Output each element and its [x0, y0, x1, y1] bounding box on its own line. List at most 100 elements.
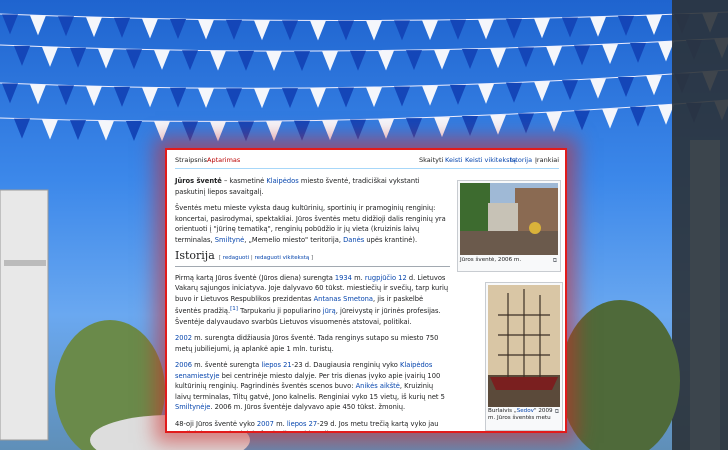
history-paragraph-2: 2002 m. surengta didžiausia Jūros šventė… — [175, 334, 439, 353]
bunting-flag — [350, 119, 366, 140]
tab-talk[interactable]: Aptarimas — [207, 156, 240, 164]
enlarge-icon[interactable]: ⧉ — [553, 257, 557, 265]
bunting-flag — [434, 117, 450, 138]
bunting-flag — [2, 14, 18, 35]
bunting-flag — [238, 50, 254, 71]
bunting-flag — [406, 118, 422, 139]
bunting-flag — [198, 88, 214, 109]
bunting-flag — [322, 120, 338, 141]
tab-edit[interactable]: Keisti — [445, 156, 463, 164]
bunting-flag — [226, 19, 242, 40]
bunting-flag — [434, 49, 450, 70]
edit-section-link[interactable]: redaguoti — [223, 255, 249, 261]
link-2002[interactable]: 2002 — [175, 334, 192, 342]
tab-article[interactable]: Straipsnis — [175, 156, 207, 164]
link-sedov[interactable]: Sedov — [517, 408, 534, 414]
bunting-flag — [450, 84, 466, 105]
bunting-flag — [618, 77, 634, 98]
history-paragraph-3: 2006 m. šventė surengta liepos 21-23 d. … — [175, 361, 445, 412]
bunting-flag — [98, 120, 114, 141]
bunting-flag — [534, 81, 550, 102]
link-2007[interactable]: 2007 — [257, 420, 274, 428]
link-1934[interactable]: 1934 — [335, 274, 352, 282]
wiki-article-panel: Straipsnis Aptarimas Skaityti Keisti Kei… — [165, 148, 567, 433]
bunting-flag — [506, 18, 522, 39]
bunting-flag — [378, 118, 394, 139]
tab-history[interactable]: Istorija — [510, 156, 532, 164]
enlarge-icon[interactable]: ⧉ — [555, 408, 559, 416]
bunting-flag — [170, 87, 186, 108]
bunting-flag — [98, 48, 114, 69]
bunting-flag — [658, 104, 674, 125]
bunting-flag — [42, 46, 58, 67]
link-2006[interactable]: 2006 — [175, 361, 192, 369]
bunting-flag — [254, 20, 270, 41]
bunting-flag — [142, 87, 158, 108]
bunting-flag — [126, 120, 142, 141]
bunting-flag — [602, 44, 618, 65]
link-dane[interactable]: Danės — [343, 236, 364, 244]
bunting-flag — [350, 50, 366, 71]
bunting-flag — [154, 49, 170, 70]
bunting-flag — [450, 19, 466, 40]
history-paragraph-4: 48-oji Jūros šventė vyko 2007 m. liepos … — [175, 419, 439, 431]
link-klaipeda[interactable]: Klaipėdos — [266, 177, 298, 185]
tools-menu[interactable]: Įrankiai — [535, 156, 559, 164]
link-july-21[interactable]: liepos 21 — [261, 361, 291, 369]
bunting-flag — [562, 17, 578, 38]
bunting-flag — [478, 83, 494, 104]
bunting-flag — [114, 17, 130, 38]
bunting-flag — [590, 78, 606, 99]
bunting-flag — [182, 50, 198, 71]
bunting-flag — [310, 20, 326, 41]
bunting-flag — [58, 16, 74, 37]
bunting-flag — [534, 18, 550, 39]
article-subject: Jūros šventė — [175, 177, 222, 185]
bunting-flag — [322, 50, 338, 71]
bunting-flag — [406, 50, 422, 71]
tab-edit-source[interactable]: Keisti vikitekstą — [465, 156, 516, 164]
bunting-flag — [518, 47, 534, 68]
thumbnail-ship[interactable]: Burlaivis „Sedov" 2009 m. Jūros šventės … — [485, 282, 563, 431]
bunting-flag — [14, 45, 30, 66]
tab-read[interactable]: Skaityti — [419, 156, 443, 164]
link-aug-12[interactable]: rugpjūčio 12 — [365, 274, 407, 282]
bunting-flag — [366, 20, 382, 41]
bunting-flag — [170, 19, 186, 40]
bunting-flag — [282, 88, 298, 109]
bunting-flag — [506, 82, 522, 103]
bunting-flag — [630, 42, 646, 63]
bunting-flag — [546, 46, 562, 67]
section-heading-history: Istorija[ redaguoti | redaguoti vikiteks… — [175, 250, 450, 267]
reference-1[interactable]: [1] — [230, 306, 238, 312]
link-july-27[interactable]: liepos 27 — [287, 420, 317, 428]
bunting-flag — [422, 20, 438, 41]
thumbnail-festival[interactable]: Jūros šventė, 2006 m. ⧉ — [457, 180, 561, 272]
bunting-flag — [142, 18, 158, 39]
bunting-flag — [294, 120, 310, 141]
link-sea[interactable]: jūrą — [323, 307, 336, 315]
bunting-flag — [310, 87, 326, 108]
bunting-flag — [14, 118, 30, 139]
intro-paragraph-1: Jūros šventė – kasmetinė Klaipėdos miest… — [175, 177, 420, 196]
ship-photo — [488, 285, 560, 407]
bunting-flag — [394, 86, 410, 107]
edit-source-section-link[interactable]: redaguoti vikitekstą — [254, 255, 309, 261]
thumbnail-caption-ship: Burlaivis „Sedov" 2009 m. Jūros šventės … — [488, 408, 553, 421]
link-smiltyne[interactable]: Smiltynė — [215, 236, 244, 244]
bunting-flag — [238, 121, 254, 142]
bunting-flag — [590, 16, 606, 37]
page-tabs: Straipsnis Aptarimas Skaityti Keisti Kei… — [175, 154, 559, 169]
link-anike-square[interactable]: Anikės aikštė — [356, 382, 400, 390]
bunting-flag — [366, 87, 382, 108]
bunting-flag — [210, 121, 226, 142]
link-smiltyne-2[interactable]: Smiltynėje — [175, 403, 210, 411]
bunting-flag — [42, 119, 58, 140]
bunting-flag — [70, 47, 86, 68]
bunting-flag — [282, 20, 298, 41]
section-edit-links: [ redaguoti | redaguoti vikitekstą ] — [218, 255, 314, 261]
link-antanas-smetona[interactable]: Antanas Smetona — [314, 295, 373, 303]
bunting-flag — [338, 20, 354, 41]
bunting-flag — [462, 115, 478, 136]
bunting-flag — [478, 19, 494, 40]
